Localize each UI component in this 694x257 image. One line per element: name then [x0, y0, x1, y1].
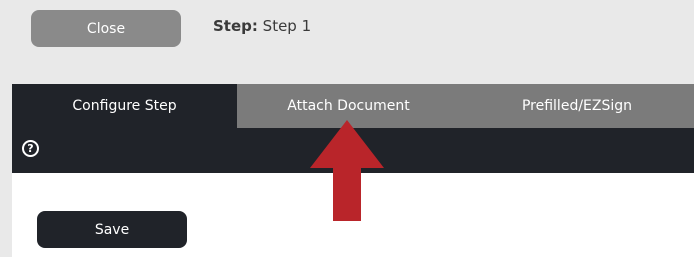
close-button[interactable]: Close	[31, 10, 181, 47]
help-icon[interactable]: ?	[22, 140, 39, 157]
save-button[interactable]: Save	[37, 211, 187, 248]
step-indicator: Step: Step 1	[213, 17, 311, 35]
step-label: Step:	[213, 17, 258, 35]
tab-configure-step[interactable]: Configure Step	[12, 84, 237, 128]
tab-prefilled-ezsign[interactable]: Prefilled/EZSign	[460, 84, 694, 128]
annotation-arrow-icon	[310, 120, 384, 221]
step-value: Step 1	[262, 17, 312, 35]
arrow-shape	[310, 120, 384, 221]
top-bar: Close Step: Step 1	[0, 0, 694, 84]
